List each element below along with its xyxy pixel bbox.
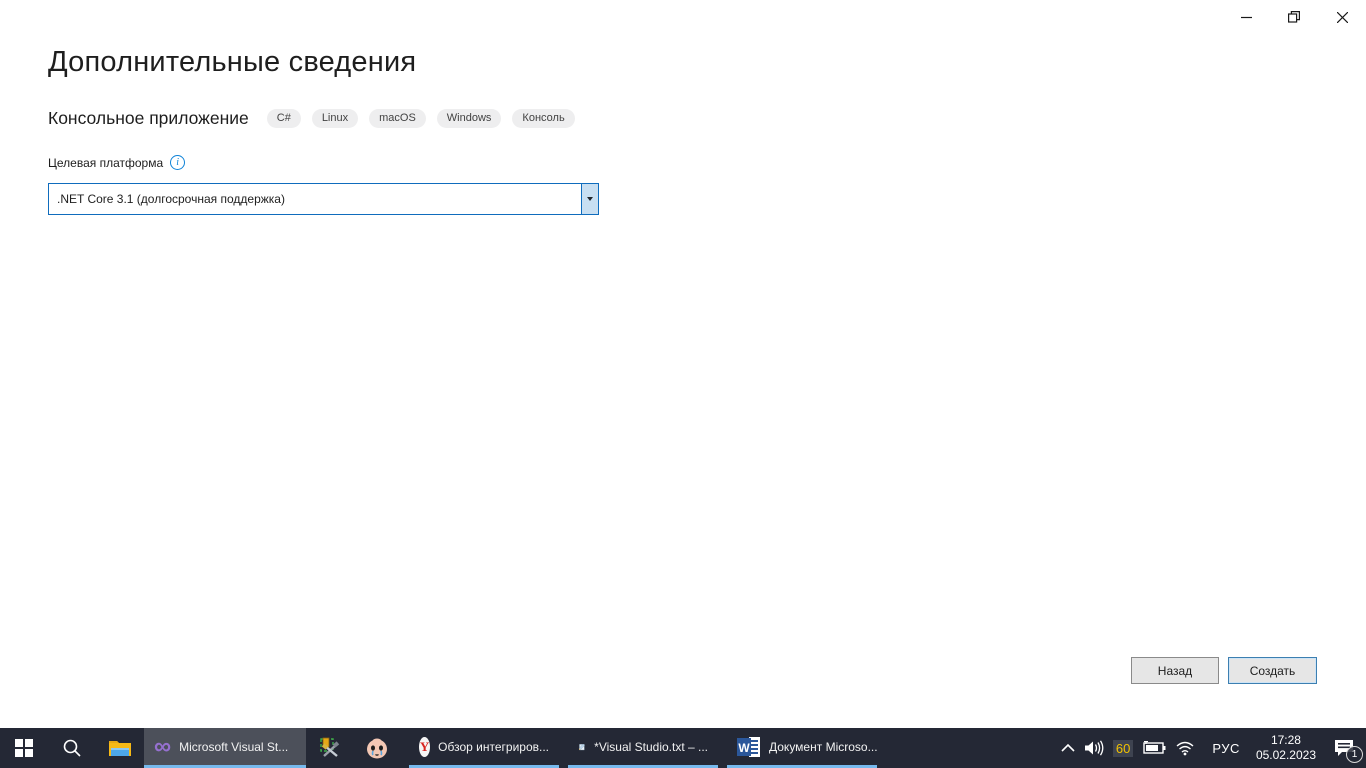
word-icon: W [737, 736, 761, 758]
taskbar-gap [559, 728, 568, 768]
word-icon-glyph: W [737, 736, 761, 758]
battery-percent-indicator[interactable]: 60 [1113, 740, 1133, 757]
windows-logo-icon [15, 739, 33, 757]
yandex-browser-icon: Y [419, 737, 430, 757]
tag-windows: Windows [437, 109, 502, 128]
chevron-down-icon [587, 197, 593, 201]
battery-percent-value: 60 [1113, 740, 1133, 757]
taskbar-gap [400, 728, 409, 768]
pinned-app-editor-tool[interactable] [306, 728, 353, 768]
tag-macos: macOS [369, 109, 426, 128]
notification-badge: 1 [1346, 746, 1363, 763]
pinned-app-isaac-game[interactable] [353, 728, 400, 768]
task-label: Microsoft Visual St... [179, 740, 288, 754]
close-button[interactable] [1318, 0, 1366, 34]
chevron-up-icon [1061, 743, 1075, 753]
target-framework-row: Целевая платформа i [48, 155, 185, 170]
target-framework-label: Целевая платформа [48, 156, 163, 170]
taskbar: ∞ Microsoft Visual St... Y Обзор интегри… [0, 728, 1366, 768]
restore-icon [1288, 11, 1300, 23]
battery-charging-icon [1142, 741, 1166, 755]
tag-linux: Linux [312, 109, 358, 128]
volume-button[interactable] [1084, 740, 1104, 756]
visual-studio-icon: ∞ [154, 737, 171, 757]
window-controls [1222, 0, 1366, 34]
clock[interactable]: 17:28 05.02.2023 [1256, 733, 1316, 763]
level-editor-icon [318, 736, 342, 760]
volume-icon [1084, 740, 1104, 756]
file-explorer-button[interactable] [96, 728, 144, 768]
target-framework-dropdown[interactable]: .NET Core 3.1 (долгосрочная поддержка) [48, 183, 599, 215]
back-button[interactable]: Назад [1131, 657, 1219, 684]
system-tray: 60 РУС 17:28 05.02.2023 [1061, 728, 1366, 768]
minimize-button[interactable] [1222, 0, 1270, 34]
isaac-game-icon [364, 735, 390, 761]
create-button[interactable]: Создать [1228, 657, 1317, 684]
tag-console: Консоль [512, 109, 574, 128]
clock-time: 17:28 [1256, 733, 1316, 748]
taskbar-task-word[interactable]: W Документ Microso... [727, 728, 877, 768]
taskbar-task-visual-studio[interactable]: ∞ Microsoft Visual St... [144, 728, 306, 768]
taskbar-task-yandex-browser[interactable]: Y Обзор интегриров... [409, 728, 559, 768]
svg-text:W: W [738, 741, 750, 755]
minimize-icon [1241, 12, 1252, 23]
info-icon[interactable]: i [170, 155, 185, 170]
task-label: Обзор интегриров... [438, 740, 549, 754]
language-indicator[interactable]: РУС [1212, 741, 1240, 756]
restore-button[interactable] [1270, 0, 1318, 34]
additional-info-dialog: Дополнительные сведения Консольное прило… [0, 0, 1366, 728]
project-row: Консольное приложение C# Linux macOS Win… [48, 108, 586, 129]
search-button[interactable] [48, 728, 96, 768]
notepad-icon [578, 736, 586, 758]
start-button[interactable] [0, 728, 48, 768]
dropdown-selected-value: .NET Core 3.1 (долгосрочная поддержка) [49, 184, 581, 214]
clock-date: 05.02.2023 [1256, 748, 1316, 763]
project-type-label: Консольное приложение [48, 108, 249, 129]
file-explorer-icon [108, 738, 132, 758]
task-label: Документ Microso... [769, 740, 878, 754]
wifi-button[interactable] [1175, 740, 1195, 756]
tray-expand-button[interactable] [1061, 743, 1075, 753]
wifi-icon [1175, 740, 1195, 756]
search-icon [62, 738, 82, 758]
battery-button[interactable] [1142, 741, 1166, 755]
page-title: Дополнительные сведения [48, 46, 416, 79]
dropdown-arrow-button[interactable] [581, 184, 598, 214]
taskbar-gap [718, 728, 727, 768]
taskbar-task-notepad[interactable]: *Visual Studio.txt – ... [568, 728, 718, 768]
tag-csharp: C# [267, 109, 301, 128]
close-icon [1337, 12, 1348, 23]
action-center-button[interactable]: 1 [1324, 728, 1364, 768]
task-label: *Visual Studio.txt – ... [594, 740, 708, 754]
